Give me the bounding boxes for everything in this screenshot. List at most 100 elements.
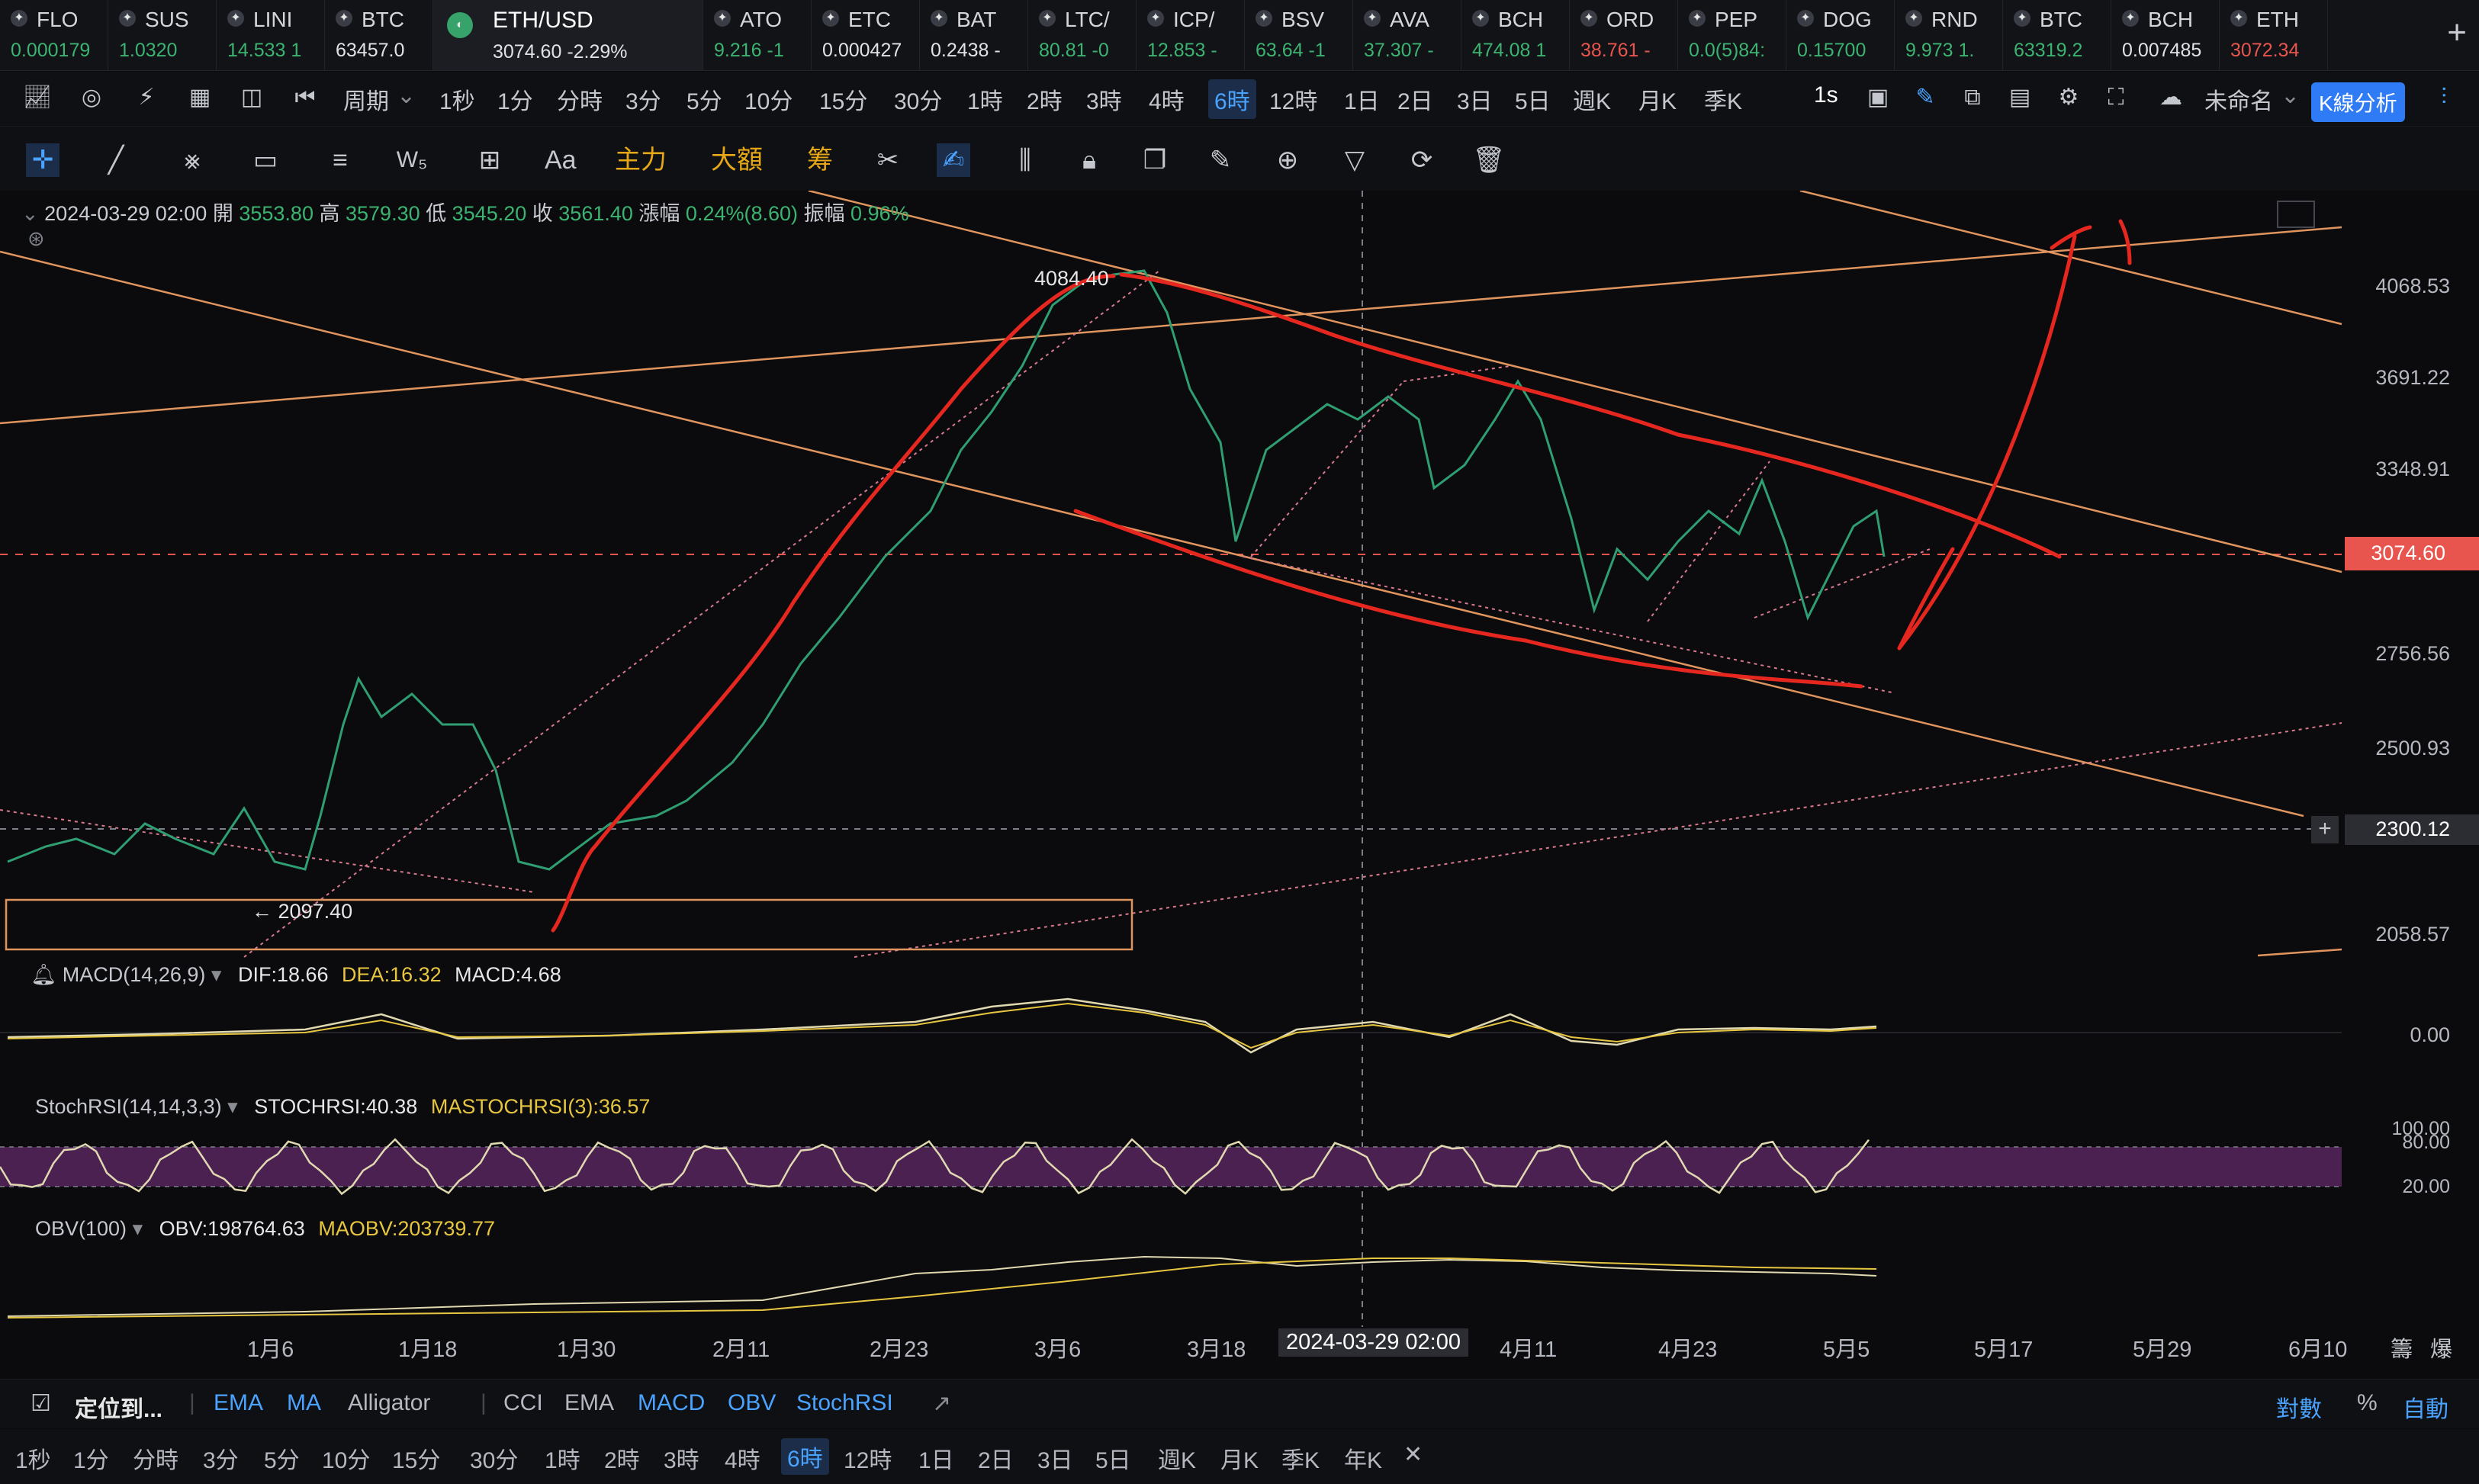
chevron-down-icon[interactable]: ▾ <box>211 963 222 986</box>
lock-icon[interactable]: 🔒︎ <box>1072 143 1106 177</box>
fullscreen-icon[interactable]: ⛶ <box>2102 84 2130 111</box>
period-option[interactable]: 3日 <box>1457 82 1493 116</box>
bottom-period-option[interactable]: 1分 <box>73 1441 109 1475</box>
period-option[interactable]: 分時 <box>557 82 603 116</box>
bottom-period-option[interactable]: 15分 <box>392 1441 440 1475</box>
sub-ind-stochrsi[interactable]: StochRSI <box>796 1390 893 1416</box>
multi-line-icon[interactable]: ⨳ <box>175 143 209 177</box>
cycle-dropdown[interactable]: 周期 <box>343 82 389 116</box>
edit-icon[interactable]: ✎ <box>1204 143 1237 177</box>
window-icon[interactable]: ⧉ <box>1959 84 1986 111</box>
ticker-tab[interactable]: ✦ BCH 0.007485 <box>2111 0 2220 70</box>
ticker-tab[interactable]: ✦ FLO 0.000179 <box>0 0 108 70</box>
calendar-icon[interactable]: ▦ <box>186 84 214 111</box>
bottom-period-option[interactable]: 3時 <box>664 1441 699 1475</box>
bottom-period-option[interactable]: 1秒 <box>15 1441 51 1475</box>
ticker-tab[interactable]: ✦ BSV 63.64 -1 <box>1245 0 1353 70</box>
layout-icon[interactable]: ◫ <box>238 84 265 111</box>
replay-icon[interactable]: ⏮︎ <box>291 84 319 111</box>
chevron-down-icon[interactable]: ▾ <box>227 1095 238 1118</box>
bottom-period-option[interactable]: 年K <box>1344 1441 1382 1475</box>
delete-icon[interactable]: 🗑︎ <box>1472 143 1506 177</box>
bottom-period-option[interactable]: 週K <box>1158 1441 1196 1475</box>
period-option[interactable]: 1秒 <box>439 82 475 116</box>
locate-button[interactable]: 定位到... <box>75 1390 162 1424</box>
kline-analysis-button[interactable]: K線分析 <box>2311 82 2405 122</box>
main-ind-alligator[interactable]: Alligator <box>348 1390 430 1416</box>
ticker-tab[interactable]: ✦ BCH 474.08 1 <box>1461 0 1570 70</box>
copy-icon[interactable]: ❐ <box>1138 143 1172 177</box>
bottom-period-option[interactable]: 2時 <box>604 1441 640 1475</box>
wave-icon[interactable]: W₅ <box>395 143 429 177</box>
ticker-tab[interactable]: ✦ ATO 9.216 -1 <box>703 0 812 70</box>
macd-legend[interactable]: 🔔︎ MACD(14,26,9) ▾ DIF:18.66 DEA:16.32 M… <box>31 962 561 987</box>
period-option[interactable]: 2日 <box>1397 82 1433 116</box>
ticker-tab[interactable]: ✦ ICP/12.853 - <box>1137 0 1245 70</box>
ticker-tab[interactable]: ✦ BTC 63319.2 <box>2003 0 2111 70</box>
bottom-period-option[interactable]: 季K <box>1281 1441 1320 1475</box>
fib-icon[interactable]: ≡ <box>323 143 357 177</box>
ticker-tab[interactable]: ✦ PEP 0.0(5)84: <box>1678 0 1786 70</box>
bottom-period-option[interactable]: 月K <box>1220 1441 1259 1475</box>
bottom-period-option[interactable]: 5日 <box>1095 1441 1131 1475</box>
bottom-period-option[interactable]: 4時 <box>725 1441 760 1475</box>
period-option[interactable]: 15分 <box>819 82 867 116</box>
magnet-icon[interactable]: ⊕ <box>1271 143 1304 177</box>
bottom-period-option[interactable]: 3日 <box>1037 1441 1073 1475</box>
collapse-icon[interactable]: ⊛ <box>27 227 45 251</box>
brush-icon[interactable]: ✍︎ <box>937 143 970 177</box>
sub-ind-macd[interactable]: MACD <box>638 1390 705 1416</box>
chart-canvas[interactable]: + <box>0 191 2479 1327</box>
period-option[interactable]: 30分 <box>894 82 942 116</box>
ticker-tab[interactable]: ✦ SUS 1.0320 <box>108 0 217 70</box>
layout-name[interactable]: 未命名 <box>2204 82 2273 116</box>
percent-scale-toggle[interactable]: % <box>2357 1390 2378 1416</box>
bottom-period-option[interactable]: 1時 <box>545 1441 580 1475</box>
period-option[interactable]: 5分 <box>686 82 722 116</box>
close-icon[interactable]: ✕ <box>1403 1441 1423 1468</box>
period-option[interactable]: 10分 <box>744 82 793 116</box>
liquidation-toggle[interactable]: 爆 <box>2430 1331 2452 1364</box>
main-ind-ma[interactable]: MA <box>287 1390 321 1416</box>
main-ind-ema[interactable]: EMA <box>214 1390 263 1416</box>
settings-icon[interactable]: ⚙︎ <box>2055 84 2082 111</box>
period-option[interactable]: 季K <box>1704 82 1742 116</box>
stochrsi-legend[interactable]: StochRSI(14,14,3,3) ▾ STOCHRSI:40.38 MAS… <box>35 1095 650 1119</box>
period-option[interactable]: 1時 <box>967 82 1003 116</box>
obv-legend[interactable]: OBV(100) ▾ OBV:198764.63 MAOBV:203739.77 <box>35 1217 495 1241</box>
large-volume-tool[interactable]: 大額 <box>711 143 763 177</box>
add-tab-icon[interactable]: + <box>2447 14 2467 52</box>
crosshair-icon[interactable]: ✛ <box>26 143 59 177</box>
edit-indicators-icon[interactable]: ↗ <box>932 1390 951 1417</box>
bottom-period-option[interactable]: 12時 <box>844 1441 892 1475</box>
ticker-tab[interactable]: ✦ BTC 63457.0 <box>325 0 433 70</box>
candles-icon[interactable]: ⫼ <box>1008 143 1042 177</box>
ruler-icon[interactable]: ✂︎ <box>871 143 905 177</box>
chevron-down-icon[interactable]: ⌄ <box>2281 82 2300 109</box>
period-option[interactable]: 3時 <box>1086 82 1122 116</box>
bottom-period-option[interactable]: 1日 <box>918 1441 954 1475</box>
sub-ind-cci[interactable]: CCI <box>503 1390 543 1416</box>
bottom-period-option[interactable]: 30分 <box>470 1441 518 1475</box>
ticker-tab[interactable]: ✦ LINI 14.533 1 <box>217 0 325 70</box>
bell-icon[interactable]: 🔔︎ <box>31 963 56 986</box>
period-option[interactable]: 1日 <box>1344 82 1380 116</box>
compass-icon[interactable]: ◎ <box>78 84 105 111</box>
bottom-period-option[interactable]: 5分 <box>264 1441 300 1475</box>
chips-toggle[interactable]: 籌 <box>2391 1331 2413 1364</box>
expand-icon[interactable] <box>2277 201 2315 228</box>
ticker-tab[interactable]: ✦ RND 9.973 1. <box>1895 0 2003 70</box>
sub-ind-obv[interactable]: OBV <box>728 1390 776 1416</box>
share-icon[interactable]: ⫶ <box>2430 84 2458 111</box>
period-option[interactable]: 12時 <box>1269 82 1317 116</box>
period-option[interactable]: 4時 <box>1149 82 1185 116</box>
trendline-icon[interactable]: ╱ <box>99 143 133 177</box>
ticker-tab[interactable]: ✦ ORD 38.761 - <box>1570 0 1678 70</box>
period-option[interactable]: 3分 <box>625 82 661 116</box>
chevron-down-icon[interactable]: ⌄ <box>21 202 39 225</box>
text-tool[interactable]: Aa <box>545 143 577 177</box>
rectangle-icon[interactable]: ▭ <box>249 143 282 177</box>
ticker-tab[interactable]: ✦ ETC 0.000427 <box>812 0 920 70</box>
ticker-tab[interactable]: ✦ AVA 37.307 - <box>1353 0 1461 70</box>
sync-icon[interactable]: ⟳ <box>1405 143 1439 177</box>
